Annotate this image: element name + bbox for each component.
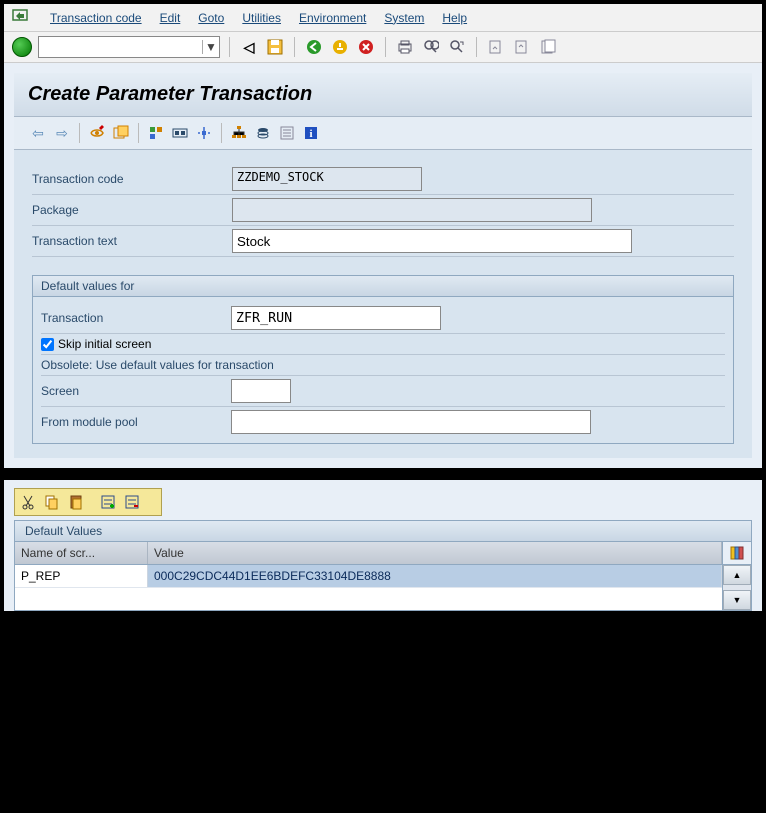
menu-edit[interactable]: Edit (160, 11, 181, 25)
back-green-icon[interactable] (304, 37, 324, 57)
table-row-empty[interactable] (15, 587, 722, 610)
window-menu-icon[interactable] (12, 8, 28, 27)
app-toolbar: ⇦ ⇨ i (14, 117, 752, 150)
first-page-icon[interactable] (486, 37, 506, 57)
prev-page-icon[interactable] (512, 37, 532, 57)
check-icon[interactable] (146, 123, 166, 143)
scroll-down-icon[interactable]: ▼ (723, 590, 751, 610)
menu-goto[interactable]: Goto (198, 11, 224, 25)
where-used-icon[interactable] (194, 123, 214, 143)
tcode-label: Transaction code (32, 172, 232, 186)
screen-input[interactable] (231, 379, 291, 403)
separator (385, 37, 386, 57)
obsolete-text: Obsolete: Use default values for transac… (41, 355, 725, 376)
info-icon[interactable]: i (301, 123, 321, 143)
menu-utilities[interactable]: Utilities (242, 11, 281, 25)
default-values-grid: Name of scr... Value P_REP 000C29CDC44D1… (14, 542, 752, 611)
command-input[interactable] (39, 40, 202, 54)
text-label: Transaction text (32, 234, 232, 248)
copy-icon[interactable] (41, 491, 63, 513)
list-icon[interactable] (277, 123, 297, 143)
cell-value[interactable]: 000C29CDC44D1EE6BDEFC33104DE8888 (148, 565, 722, 587)
separator (294, 37, 295, 57)
defaults-group-header: Default values for (33, 276, 733, 297)
scroll-up-icon[interactable]: ▲ (723, 565, 751, 585)
exit-icon[interactable] (330, 37, 350, 57)
module-pool-input[interactable] (231, 410, 591, 434)
separator (138, 123, 139, 143)
package-field (232, 198, 592, 222)
hierarchy-icon[interactable] (229, 123, 249, 143)
nav-forward-icon[interactable]: ⇨ (52, 123, 72, 143)
activate-icon[interactable] (170, 123, 190, 143)
separator (229, 37, 230, 57)
menubar: Transaction code Edit Goto Utilities Env… (4, 4, 762, 32)
module-pool-label: From module pool (41, 415, 231, 429)
command-field[interactable]: ▼ (38, 36, 220, 58)
col-header-value[interactable]: Value (148, 542, 722, 564)
other-object-icon[interactable] (111, 123, 131, 143)
bottom-window: Default Values Name of scr... Value P_RE… (0, 476, 766, 615)
skip-initial-label: Skip initial screen (58, 337, 151, 351)
col-header-name[interactable]: Name of scr... (15, 542, 148, 564)
scrollbar[interactable] (723, 585, 751, 590)
paste-icon[interactable] (65, 491, 87, 513)
menu-system[interactable]: System (384, 11, 424, 25)
print-icon[interactable] (395, 37, 415, 57)
screen-label: Screen (41, 384, 231, 398)
skip-initial-checkbox[interactable] (41, 338, 54, 351)
grid-toolbar (14, 488, 162, 516)
default-values-header: Default Values (14, 520, 752, 542)
separator (476, 37, 477, 57)
display-change-icon[interactable] (87, 123, 107, 143)
content-area: Transaction code ZZDEMO_STOCK Package Tr… (14, 150, 752, 458)
transaction-text-input[interactable] (232, 229, 632, 253)
package-label: Package (32, 203, 232, 217)
table-row[interactable]: P_REP 000C29CDC44D1EE6BDEFC33104DE8888 (15, 565, 722, 587)
main-toolbar: ▼ ◁ (4, 32, 762, 63)
nav-back-icon[interactable]: ⇦ (28, 123, 48, 143)
cancel-icon[interactable] (356, 37, 376, 57)
menu-environment[interactable]: Environment (299, 11, 366, 25)
svg-text:i: i (309, 128, 312, 140)
page-title: Create Parameter Transaction (14, 73, 752, 117)
stack-icon[interactable] (253, 123, 273, 143)
separator (79, 123, 80, 143)
insert-row-icon[interactable] (97, 491, 119, 513)
delete-row-icon[interactable] (121, 491, 143, 513)
back-icon[interactable]: ◁ (239, 37, 259, 57)
save-icon[interactable] (265, 37, 285, 57)
layout-settings-icon[interactable] (723, 542, 751, 565)
default-transaction-label: Transaction (41, 311, 231, 325)
cell-name[interactable]: P_REP (15, 565, 148, 587)
default-transaction-input[interactable] (231, 306, 441, 330)
next-page-icon[interactable] (538, 37, 558, 57)
find-next-icon[interactable] (447, 37, 467, 57)
separator (221, 123, 222, 143)
cut-icon[interactable] (17, 491, 39, 513)
defaults-group: Default values for Transaction Skip init… (32, 275, 734, 444)
menu-help[interactable]: Help (442, 11, 467, 25)
tcode-field: ZZDEMO_STOCK (232, 167, 422, 191)
dropdown-arrow-icon[interactable]: ▼ (202, 40, 219, 54)
menu-transaction-code[interactable]: Transaction code (50, 11, 142, 25)
find-icon[interactable] (421, 37, 441, 57)
enter-icon[interactable] (12, 37, 32, 57)
